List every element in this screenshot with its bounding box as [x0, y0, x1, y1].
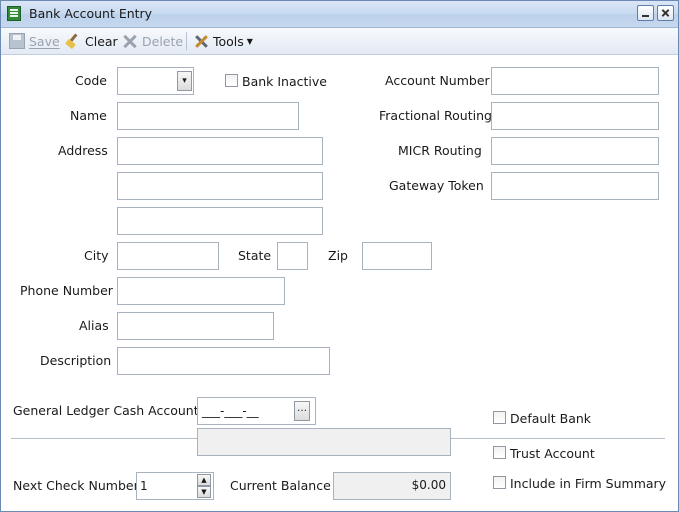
description-field[interactable]: [117, 347, 330, 375]
fractional-routing-field[interactable]: [491, 102, 659, 130]
toolbar-separator: [186, 32, 187, 50]
save-icon: [9, 33, 25, 49]
account-number-field[interactable]: [491, 67, 659, 95]
clear-label: Clear: [85, 33, 118, 49]
include-firm-summary-label: Include in Firm Summary: [510, 476, 667, 491]
toolbar: Save Clear Delete Tools ▼: [1, 28, 678, 55]
default-bank-label: Default Bank: [510, 411, 592, 426]
gl-account-description-field: [197, 428, 451, 456]
tools-menu-button[interactable]: Tools ▼: [193, 32, 253, 50]
gateway-token-field[interactable]: [491, 172, 659, 200]
tools-label: Tools: [213, 33, 244, 49]
micr-routing-label: MICR Routing: [398, 143, 482, 158]
zip-label: Zip: [328, 248, 348, 263]
alias-field[interactable]: [117, 312, 274, 340]
ledger-icon: [7, 6, 21, 21]
address-line-3-field[interactable]: [117, 207, 323, 235]
include-firm-summary-checkbox[interactable]: [493, 476, 506, 489]
micr-routing-field[interactable]: [491, 137, 659, 165]
chevron-down-icon[interactable]: ▾: [177, 71, 192, 91]
save-label: Save: [29, 33, 60, 49]
current-balance-value: $0.00: [411, 478, 446, 492]
delete-label: Delete: [142, 33, 184, 49]
fractional-routing-label: Fractional Routing: [379, 108, 492, 123]
state-label: State: [238, 248, 272, 263]
save-button[interactable]: Save: [9, 32, 60, 50]
address-label: Address: [58, 143, 108, 158]
next-check-number-label: Next Check Number: [13, 478, 139, 493]
form-panel: Code Name Address City Phone Number Alia…: [6, 57, 673, 506]
tools-icon: [193, 33, 209, 49]
bank-inactive-checkbox[interactable]: [225, 74, 238, 87]
gl-cash-account-value: ___-___-__: [202, 404, 259, 418]
title-bar: Bank Account Entry: [1, 1, 678, 28]
state-field[interactable]: [277, 242, 308, 270]
account-number-label: Account Number: [385, 73, 490, 88]
bank-inactive-label: Bank Inactive: [242, 74, 327, 89]
gl-cash-account-label: General Ledger Cash Account: [13, 403, 199, 418]
window-title: Bank Account Entry: [29, 6, 153, 21]
name-label: Name: [70, 108, 107, 123]
gateway-token-label: Gateway Token: [389, 178, 484, 193]
description-label: Description: [40, 353, 112, 368]
city-label: City: [84, 248, 109, 263]
bank-account-entry-window: Bank Account Entry Save Clear Delete Too…: [0, 0, 679, 512]
clear-button[interactable]: Clear: [65, 32, 118, 50]
delete-button[interactable]: Delete: [122, 32, 183, 50]
default-bank-checkbox[interactable]: [493, 411, 506, 424]
current-balance-label: Current Balance: [230, 478, 331, 493]
city-field[interactable]: [117, 242, 219, 270]
phone-number-field[interactable]: [117, 277, 285, 305]
address-line-1-field[interactable]: [117, 137, 323, 165]
spin-up-icon[interactable]: ▲: [197, 474, 211, 486]
ellipsis-icon[interactable]: …: [294, 401, 310, 421]
next-check-number-value: 1: [140, 479, 148, 493]
trust-account-label: Trust Account: [510, 446, 595, 461]
minimize-button[interactable]: [637, 5, 654, 21]
close-button[interactable]: [657, 5, 674, 21]
code-label: Code: [75, 73, 108, 88]
dropdown-arrow-icon: ▼: [246, 36, 253, 46]
zip-field[interactable]: [362, 242, 432, 270]
phone-number-label: Phone Number: [20, 283, 113, 298]
address-line-2-field[interactable]: [117, 172, 323, 200]
alias-label: Alias: [79, 318, 109, 333]
current-balance-field: $0.00: [333, 472, 451, 500]
trust-account-checkbox[interactable]: [493, 446, 506, 459]
broom-icon: [65, 33, 81, 49]
spin-down-icon[interactable]: ▼: [197, 486, 211, 498]
x-icon: [122, 33, 138, 49]
name-field[interactable]: [117, 102, 299, 130]
